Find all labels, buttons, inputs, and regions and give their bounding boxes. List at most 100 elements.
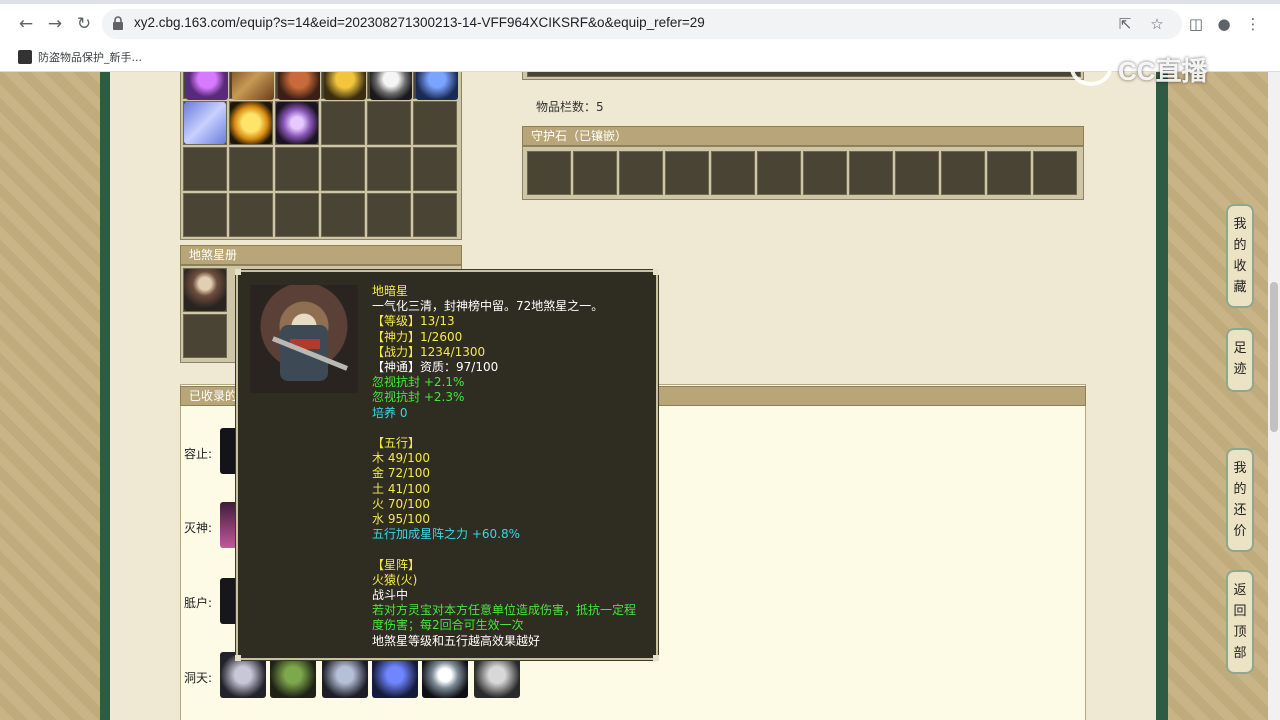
page-scrollbar[interactable] [1268, 72, 1280, 720]
star-portrait [250, 285, 358, 393]
guard-stone-slot[interactable] [987, 151, 1031, 195]
inventory-cell[interactable] [413, 101, 457, 145]
back-to-top-button[interactable]: 返 回 顶 部 [1226, 570, 1254, 674]
bookmark-favicon-icon [18, 50, 32, 64]
item-icon[interactable] [370, 72, 412, 100]
profile-icon[interactable]: ● [1214, 14, 1234, 34]
back-arrow-icon[interactable]: ← [16, 14, 36, 34]
tooltip-line: 【战力】1234/1300 [372, 344, 486, 359]
inventory-cell[interactable] [229, 72, 274, 100]
inventory-cell[interactable] [229, 101, 273, 145]
inventory-cell[interactable] [183, 193, 227, 237]
inventory-cell[interactable] [275, 193, 319, 237]
inventory-cell[interactable] [321, 147, 365, 191]
history-button[interactable]: 足 迹 [1226, 328, 1254, 392]
forward-arrow-icon[interactable]: → [45, 14, 65, 34]
guard-stone-slot[interactable] [1033, 151, 1077, 195]
tooltip-line: 地暗星 [372, 284, 409, 298]
tooltip-line [372, 542, 654, 557]
item-icon[interactable] [276, 102, 318, 144]
tooltip-line: 【等级】13/13 [372, 314, 455, 329]
guard-stone-slot[interactable] [941, 151, 985, 195]
page-viewport: 物品栏数：5 守护石（已镶嵌） 地煞星册 已收录的 容止: 灭神: 胝户: 洞天… [0, 72, 1280, 720]
tooltip-line: 【五行】 [372, 436, 421, 451]
guard-stone-slot[interactable] [803, 151, 847, 195]
item-icon[interactable] [278, 72, 320, 100]
inventory-cell[interactable] [275, 72, 320, 100]
item-icon[interactable] [184, 102, 226, 144]
guard-stone-slot[interactable] [757, 151, 801, 195]
side-char: 顶 [1233, 625, 1247, 640]
scrollbar-thumb[interactable] [1270, 282, 1278, 432]
url-text[interactable]: xy2.cbg.163.com/equip?s=14&eid=202308271… [134, 15, 705, 30]
address-bar[interactable]: xy2.cbg.163.com/equip?s=14&eid=202308271… [102, 9, 1182, 39]
inventory-cell[interactable] [183, 101, 227, 145]
inventory-cell[interactable] [275, 101, 319, 145]
star-book-slot[interactable] [183, 268, 227, 312]
decor-border-right [1168, 72, 1280, 720]
inventory-cell[interactable] [367, 147, 411, 191]
decor-border-left [0, 72, 100, 720]
tooltip-line: 地煞星等级和五行越高效果越好 [372, 633, 541, 648]
my-favorites-button[interactable]: 我 的 收 藏 [1226, 204, 1254, 308]
star-icon[interactable]: ☆ [1148, 15, 1166, 33]
inventory-cell[interactable] [413, 193, 457, 237]
bookmark-label[interactable]: 防盗物品保护_新手... [38, 51, 142, 64]
inventory-cell[interactable] [275, 147, 319, 191]
star-book-slot[interactable] [183, 314, 227, 358]
inventory-cell[interactable] [367, 101, 411, 145]
inventory-cell[interactable] [367, 72, 412, 100]
inventory-cell[interactable] [367, 193, 411, 237]
guard-stone-slot[interactable] [527, 151, 571, 195]
tooltip-line: 火 70/100 [372, 496, 431, 511]
tooltip-line: 忽视抗封 +2.1% [372, 375, 465, 390]
tooltip-line: 五行加成星阵之力 +60.8% [372, 527, 520, 542]
tooltip-line: 【星阵】 [372, 557, 421, 572]
tooltip-corner [653, 655, 659, 661]
watermark-logo-icon [1070, 50, 1112, 86]
inventory-cell[interactable] [229, 147, 273, 191]
guard-stone-slot[interactable] [573, 151, 617, 195]
guard-stone-slot[interactable] [665, 151, 709, 195]
item-icon[interactable] [230, 102, 272, 144]
tooltip-line: 一气化三清，封神榜中留。72地煞星之一。 [372, 299, 604, 314]
inventory-cell[interactable] [321, 72, 366, 100]
guard-stone-grid [522, 146, 1084, 200]
row-label: 灭神: [184, 521, 213, 535]
guard-stone-slot[interactable] [895, 151, 939, 195]
reload-icon[interactable]: ↻ [74, 14, 94, 34]
star-tooltip: 地暗星 一气化三清，封神榜中留。72地煞星之一。 【等级】13/13 【神力】1/26… [235, 269, 659, 661]
inventory-cell[interactable] [229, 193, 273, 237]
inventory-cell[interactable] [183, 72, 228, 100]
item-count-label: 物品栏数：5 [536, 100, 604, 114]
side-panel-icon[interactable]: ◫ [1186, 14, 1206, 34]
tooltip-line: 水 95/100 [372, 512, 431, 527]
bookmark-item[interactable]: 防盗物品保护_新手... [18, 49, 142, 67]
item-icon[interactable] [416, 72, 458, 100]
inventory-cell[interactable] [183, 147, 227, 191]
menu-kebab-icon[interactable]: ⋮ [1243, 14, 1263, 34]
inventory-grid [180, 72, 462, 240]
inventory-cell[interactable] [321, 101, 365, 145]
inventory-cell[interactable] [321, 193, 365, 237]
my-bargain-button[interactable]: 我 的 还 价 [1226, 448, 1254, 552]
guard-stone-slot[interactable] [619, 151, 663, 195]
row-label: 容止: [184, 447, 213, 461]
decor-strip-right [1156, 72, 1168, 720]
tooltip-line: 土 41/100 [372, 481, 431, 496]
star-portrait-icon[interactable] [184, 269, 226, 311]
inventory-cell[interactable] [413, 147, 457, 191]
tooltip-corner [235, 655, 241, 661]
side-char: 迹 [1233, 362, 1247, 377]
tooltip-line: 若对方灵宝对本方任意单位造成伤害，抵抗一定程 [372, 603, 637, 618]
lock-icon[interactable] [112, 16, 124, 30]
inventory-cell[interactable] [413, 72, 458, 100]
tooltip-line: 【神通】资质：97/100 [372, 360, 499, 375]
guard-stone-slot[interactable] [849, 151, 893, 195]
guard-stone-slot[interactable] [711, 151, 755, 195]
item-icon[interactable] [186, 72, 228, 100]
item-icon[interactable] [324, 72, 366, 100]
side-char: 藏 [1233, 280, 1247, 295]
item-icon[interactable] [232, 72, 274, 100]
share-icon[interactable]: ⇱ [1116, 15, 1134, 33]
